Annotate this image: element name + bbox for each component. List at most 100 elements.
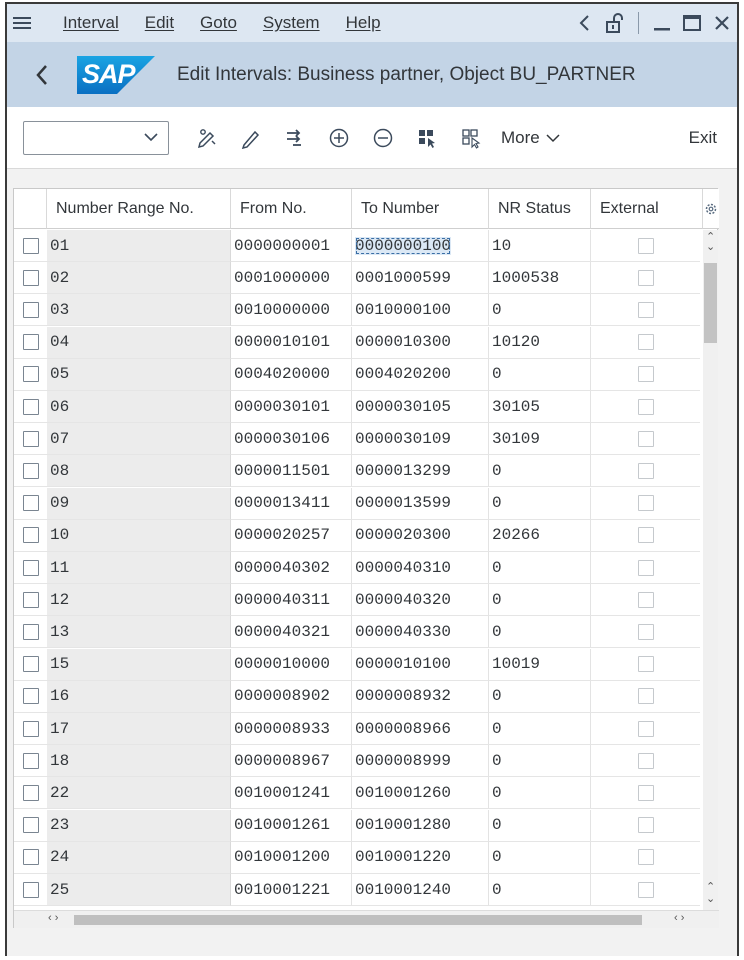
nr-status-cell[interactable]: 0 bbox=[489, 616, 591, 649]
checkbox-box[interactable] bbox=[22, 784, 39, 801]
from-number-cell[interactable]: 0010001241 bbox=[231, 777, 352, 810]
checkbox-box[interactable] bbox=[22, 849, 39, 866]
from-number-cell[interactable]: 0000020257 bbox=[231, 519, 352, 552]
scroll-down-bottom-icon[interactable]: ⌄ bbox=[706, 892, 715, 905]
from-number-cell[interactable]: 0000040311 bbox=[231, 584, 352, 617]
nr-status-cell[interactable]: 0 bbox=[489, 680, 591, 713]
to-number-cell[interactable]: 0004020200 bbox=[352, 358, 489, 391]
nr-status-cell[interactable]: 0 bbox=[489, 745, 591, 778]
row-select-checkbox[interactable] bbox=[14, 584, 47, 617]
checkbox-box[interactable] bbox=[22, 656, 39, 673]
row-select-checkbox[interactable] bbox=[14, 519, 47, 552]
command-field-dropdown[interactable] bbox=[23, 120, 169, 155]
from-number-cell[interactable]: 0001000000 bbox=[231, 262, 352, 295]
from-number-cell[interactable]: 0000030101 bbox=[231, 391, 352, 423]
checkbox-box[interactable] bbox=[22, 269, 39, 286]
table-row[interactable]: 05 0004020000 0004020200 0 bbox=[14, 358, 700, 391]
to-number-cell[interactable]: 0010001280 bbox=[352, 809, 489, 842]
exit-button[interactable]: Exit bbox=[689, 128, 717, 148]
nr-status-cell[interactable]: 0 bbox=[489, 584, 591, 617]
row-select-checkbox[interactable] bbox=[14, 230, 47, 262]
checkbox-box[interactable] bbox=[22, 881, 39, 898]
minimize-icon[interactable] bbox=[647, 4, 677, 42]
nr-status-cell[interactable]: 0 bbox=[489, 455, 591, 488]
row-select-checkbox[interactable] bbox=[14, 358, 47, 391]
table-row[interactable]: 04 0000010101 0000010300 10120 bbox=[14, 326, 700, 359]
table-settings-icon[interactable] bbox=[703, 189, 719, 229]
row-select-checkbox[interactable] bbox=[14, 423, 47, 456]
to-number-cell[interactable]: 0000010300 bbox=[352, 326, 489, 359]
from-number-cell[interactable]: 0000008902 bbox=[231, 680, 352, 713]
row-select-checkbox[interactable] bbox=[14, 455, 47, 488]
from-number-cell[interactable]: 0000011501 bbox=[231, 455, 352, 488]
row-select-checkbox[interactable] bbox=[14, 745, 47, 778]
table-row[interactable]: 02 0001000000 0001000599 1000538 bbox=[14, 262, 700, 295]
from-number-cell[interactable]: 0000010101 bbox=[231, 326, 352, 359]
menu-edit[interactable]: Edit bbox=[145, 13, 174, 33]
from-number-cell[interactable]: 0010000000 bbox=[231, 294, 352, 327]
table-row[interactable]: 06 0000030101 0000030105 30105 bbox=[14, 391, 700, 423]
row-select-checkbox[interactable] bbox=[14, 326, 47, 359]
horizontal-scroll-thumb[interactable] bbox=[74, 915, 642, 925]
maximize-icon[interactable] bbox=[677, 4, 707, 42]
nr-status-cell[interactable]: 0 bbox=[489, 777, 591, 810]
to-number-cell[interactable]: 0000013599 bbox=[352, 487, 489, 520]
nr-status-cell[interactable]: 30109 bbox=[489, 423, 591, 456]
deselect-all-icon[interactable] bbox=[449, 121, 493, 155]
vertical-scroll-thumb[interactable] bbox=[704, 263, 717, 343]
table-row[interactable]: 22 0010001241 0010001260 0 bbox=[14, 777, 700, 810]
row-select-checkbox[interactable] bbox=[14, 294, 47, 327]
to-number-cell[interactable]: 0000040310 bbox=[352, 552, 489, 584]
more-button[interactable]: More bbox=[501, 128, 560, 148]
to-number-cell[interactable]: 0000008966 bbox=[352, 713, 489, 745]
to-number-cell[interactable]: 0000000100 bbox=[352, 230, 489, 262]
nr-status-cell[interactable]: 10019 bbox=[489, 648, 591, 681]
column-header-to-number[interactable]: To Number bbox=[352, 189, 489, 229]
table-row[interactable]: 16 0000008902 0000008932 0 bbox=[14, 680, 700, 713]
to-number-cell[interactable]: 0000013299 bbox=[352, 455, 489, 488]
nr-status-cell[interactable]: 10120 bbox=[489, 326, 591, 359]
unlock-icon[interactable] bbox=[600, 4, 630, 42]
from-number-cell[interactable]: 0000008967 bbox=[231, 745, 352, 778]
scroll-right-icon[interactable]: ‹ › bbox=[674, 912, 684, 924]
from-number-cell[interactable]: 0010001200 bbox=[231, 841, 352, 874]
checkbox-box[interactable] bbox=[22, 334, 39, 351]
chevron-left-icon[interactable] bbox=[570, 4, 600, 42]
row-select-checkbox[interactable] bbox=[14, 391, 47, 423]
table-row[interactable]: 15 0000010000 0000010100 10019 bbox=[14, 648, 700, 681]
column-header-nr-status[interactable]: NR Status bbox=[489, 189, 591, 229]
table-row[interactable]: 01 0000000001 0000000100 10 bbox=[14, 230, 700, 262]
scroll-down-icon[interactable]: ⌄ bbox=[706, 240, 715, 253]
row-select-checkbox[interactable] bbox=[14, 809, 47, 842]
add-circle-icon[interactable] bbox=[317, 121, 361, 155]
table-row[interactable]: 23 0010001261 0010001280 0 bbox=[14, 809, 700, 842]
menu-interval[interactable]: Interval bbox=[63, 13, 119, 33]
to-number-cell[interactable]: 0000008999 bbox=[352, 745, 489, 778]
from-number-cell[interactable]: 0000000001 bbox=[231, 230, 352, 262]
from-number-cell[interactable]: 0000013411 bbox=[231, 487, 352, 520]
column-header-number-range[interactable]: Number Range No. bbox=[47, 189, 231, 229]
menu-system[interactable]: System bbox=[263, 13, 320, 33]
from-number-cell[interactable]: 0004020000 bbox=[231, 358, 352, 391]
table-row[interactable]: 13 0000040321 0000040330 0 bbox=[14, 616, 700, 649]
to-number-cell[interactable]: 0010001220 bbox=[352, 841, 489, 874]
from-number-cell[interactable]: 0000040321 bbox=[231, 616, 352, 649]
column-header-from-no[interactable]: From No. bbox=[231, 189, 352, 229]
checkbox-box[interactable] bbox=[22, 398, 39, 415]
to-number-cell[interactable]: 0010001260 bbox=[352, 777, 489, 810]
edit-pencil-icon[interactable] bbox=[229, 121, 273, 155]
row-select-checkbox[interactable] bbox=[14, 841, 47, 874]
table-row[interactable]: 12 0000040311 0000040320 0 bbox=[14, 584, 700, 617]
to-number-cell[interactable]: 0000010100 bbox=[352, 648, 489, 681]
back-button[interactable] bbox=[25, 55, 59, 95]
checkbox-box[interactable] bbox=[22, 559, 39, 576]
table-row[interactable]: 11 0000040302 0000040310 0 bbox=[14, 552, 700, 584]
checkbox-box[interactable] bbox=[22, 495, 39, 512]
row-select-checkbox[interactable] bbox=[14, 680, 47, 713]
table-row[interactable]: 25 0010001221 0010001240 0 bbox=[14, 874, 700, 906]
table-row[interactable]: 08 0000011501 0000013299 0 bbox=[14, 455, 700, 488]
table-row[interactable]: 10 0000020257 0000020300 20266 bbox=[14, 519, 700, 552]
hamburger-menu-icon[interactable] bbox=[7, 4, 37, 42]
checkbox-box[interactable] bbox=[22, 591, 39, 608]
nr-status-cell[interactable]: 0 bbox=[489, 487, 591, 520]
